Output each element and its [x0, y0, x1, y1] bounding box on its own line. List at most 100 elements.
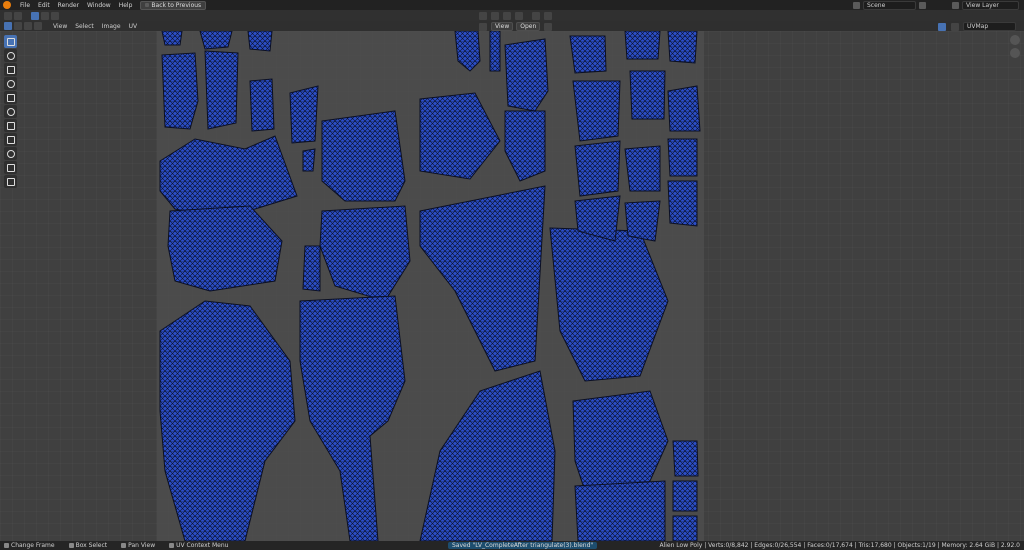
pivot-icon[interactable] [479, 12, 487, 20]
open-image-button[interactable]: Open [516, 22, 541, 31]
menu-view[interactable]: View [49, 23, 71, 30]
rip-tool-icon[interactable] [4, 133, 17, 146]
navigation-gizmo [1010, 35, 1020, 58]
uv-island[interactable] [489, 30, 501, 72]
scene-icon [853, 2, 860, 9]
uv-island[interactable] [204, 50, 239, 130]
sync-icon[interactable] [532, 12, 540, 20]
image-browse-icon[interactable] [479, 22, 487, 31]
uv-viewport[interactable] [0, 30, 1024, 542]
vertex-select-icon[interactable] [4, 22, 12, 30]
view-layer-icon [952, 2, 959, 9]
select-mode-subtract-icon[interactable] [51, 11, 59, 20]
uv-island[interactable] [569, 35, 607, 74]
status-hints: Change Frame Box Select Pan View UV Cont… [4, 542, 228, 549]
snap-icon[interactable] [491, 12, 499, 20]
select-mode-new-icon[interactable] [31, 11, 39, 20]
screen-icon [145, 3, 150, 7]
grab-tool-icon[interactable] [4, 147, 17, 160]
cursor-tool-icon[interactable] [4, 35, 17, 48]
uv-editor-menu: View Select Image UV [49, 23, 141, 30]
image-tools: View Open [478, 22, 553, 31]
uv-island[interactable] [624, 145, 661, 192]
view-layer-field[interactable]: View Layer [962, 1, 1019, 10]
uv-island[interactable] [624, 30, 661, 60]
uv-island[interactable] [667, 30, 698, 64]
back-to-previous-label: Back to Previous [151, 1, 202, 9]
saved-message: Saved "LV_CompleteAfter triangulate(3).b… [448, 542, 598, 549]
scene-selector: Scene [853, 1, 926, 10]
uv-island[interactable] [574, 480, 666, 542]
hint-change-frame: Change Frame [4, 542, 55, 549]
pin-icon[interactable] [544, 12, 552, 20]
uv-island[interactable] [672, 515, 698, 542]
island-select-icon[interactable] [34, 22, 42, 30]
uv-canvas[interactable] [0, 30, 1024, 542]
uv-island[interactable] [672, 440, 699, 477]
pin-image-icon[interactable] [544, 22, 553, 31]
face-select-icon[interactable] [24, 22, 32, 30]
hint-box-select: Box Select [68, 542, 107, 549]
menu-window[interactable]: Window [83, 2, 115, 9]
annotate-tool-icon[interactable] [4, 119, 17, 132]
scene-statistics: Alien Low Poly | Verts:0/8,842 | Edges:0… [659, 542, 1020, 549]
hand-pan-icon[interactable] [1010, 48, 1020, 58]
new-scene-icon[interactable] [919, 2, 926, 9]
editor-type-icon[interactable] [4, 11, 12, 20]
uv-island[interactable] [161, 52, 199, 130]
scale-tool-icon[interactable] [4, 91, 17, 104]
menu-help[interactable]: Help [115, 2, 137, 9]
relax-tool-icon[interactable] [4, 161, 17, 174]
uv-island[interactable] [249, 78, 275, 132]
menu-render[interactable]: Render [54, 2, 83, 9]
uv-island[interactable] [247, 30, 273, 52]
pinch-tool-icon[interactable] [4, 175, 17, 188]
uv-island[interactable] [667, 85, 701, 132]
uv-map-selector: UVMap [937, 22, 1016, 31]
zoom-icon[interactable] [1010, 35, 1020, 45]
chevron-down-icon[interactable] [951, 22, 959, 31]
rotate-tool-icon[interactable] [4, 77, 17, 90]
uv-island[interactable] [302, 148, 316, 172]
uv-map-icon[interactable] [938, 22, 946, 31]
main-menu: File Edit Render Window Help [16, 2, 136, 9]
hint-uv-context-menu: UV Context Menu [169, 542, 228, 549]
uv-island[interactable] [672, 480, 698, 512]
uv-island[interactable] [302, 245, 321, 292]
menu-image[interactable]: Image [98, 23, 125, 30]
scene-field[interactable]: Scene [863, 1, 916, 10]
uv-island[interactable] [667, 138, 698, 177]
uv-island[interactable] [504, 38, 549, 112]
new-image-button[interactable]: View [491, 22, 514, 31]
uv-island[interactable] [289, 85, 319, 144]
status-bar: Change Frame Box Select Pan View UV Cont… [0, 541, 1024, 550]
uv-island[interactable] [624, 200, 661, 242]
menu-file[interactable]: File [16, 2, 34, 9]
select-circle-tool-icon[interactable] [4, 49, 17, 62]
uv-island[interactable] [572, 80, 621, 142]
hint-pan-view: Pan View [121, 542, 155, 549]
pivot-tools [478, 12, 553, 20]
menu-edit[interactable]: Edit [34, 2, 54, 9]
top-menu-bar: File Edit Render Window Help Back to Pre… [0, 0, 1024, 10]
back-to-previous-button[interactable]: Back to Previous [140, 0, 207, 10]
move-tool-icon[interactable] [4, 63, 17, 76]
menu-select[interactable]: Select [71, 23, 98, 30]
uv-map-field[interactable]: UVMap [963, 22, 1016, 31]
view-layer-selector: View Layer [952, 1, 1019, 10]
uv-island[interactable] [321, 110, 406, 202]
blender-logo-icon[interactable] [3, 1, 11, 9]
uv-island[interactable] [667, 180, 698, 227]
uv-island[interactable] [199, 30, 233, 50]
uv-island[interactable] [574, 140, 621, 197]
play-icon[interactable] [14, 11, 22, 20]
edge-select-icon[interactable] [14, 22, 22, 30]
transform-tool-icon[interactable] [4, 105, 17, 118]
select-mode-extend-icon[interactable] [41, 11, 49, 20]
tool-shelf [4, 35, 18, 188]
uv-island[interactable] [629, 70, 666, 120]
chevron-down-icon[interactable] [515, 12, 523, 20]
menu-uv[interactable]: UV [125, 23, 142, 30]
proportional-icon[interactable] [503, 12, 511, 20]
uv-island[interactable] [161, 30, 183, 46]
